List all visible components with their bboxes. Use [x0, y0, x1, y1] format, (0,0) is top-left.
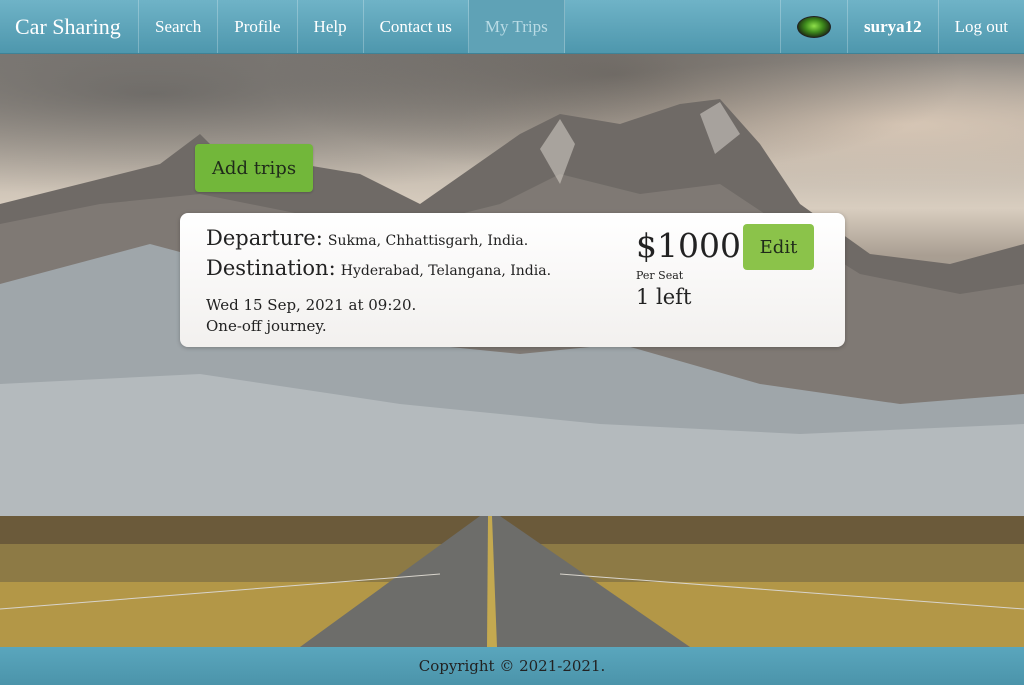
- nav-my-trips[interactable]: My Trips: [468, 0, 565, 53]
- seats-left: 1 left: [636, 285, 692, 309]
- copyright-text: Copyright © 2021-2021.: [418, 657, 606, 675]
- trip-card[interactable]: Departure: Sukma, Chhattisgarh, India. D…: [180, 213, 845, 347]
- nav-logout[interactable]: Log out: [937, 0, 1024, 53]
- nav-help[interactable]: Help: [298, 0, 364, 53]
- avatar: [797, 15, 832, 38]
- background-landscape-image: [0, 54, 1024, 647]
- top-navbar: Car Sharing Search Profile Help Contact …: [0, 0, 1024, 54]
- footer: Copyright © 2021-2021.: [0, 647, 1024, 685]
- add-trips-button[interactable]: Add trips: [195, 144, 313, 192]
- destination-row: Destination: Hyderabad, Telangana, India…: [206, 256, 551, 280]
- nav-search[interactable]: Search: [139, 0, 219, 53]
- brand-link[interactable]: Car Sharing: [0, 0, 139, 53]
- departure-value: Sukma, Chhattisgarh, India.: [327, 233, 529, 249]
- edit-trip-button[interactable]: Edit: [743, 224, 814, 270]
- trip-date-time: Wed 15 Sep, 2021 at 09:20.: [206, 296, 417, 314]
- journey-type: One-off journey.: [206, 317, 327, 335]
- user-avatar-link[interactable]: [780, 0, 847, 53]
- price-unit: Per Seat: [636, 269, 684, 282]
- destination-value: Hyderabad, Telangana, India.: [340, 263, 552, 279]
- trip-price: $1000: [636, 226, 741, 265]
- departure-label: Departure:: [206, 226, 323, 250]
- destination-label: Destination:: [206, 256, 336, 280]
- nav-profile[interactable]: Profile: [218, 0, 298, 53]
- nav-username[interactable]: surya12: [847, 0, 938, 53]
- departure-row: Departure: Sukma, Chhattisgarh, India.: [206, 226, 528, 250]
- mountain-road-illustration: [0, 99, 1024, 647]
- nav-contact-us[interactable]: Contact us: [364, 0, 469, 53]
